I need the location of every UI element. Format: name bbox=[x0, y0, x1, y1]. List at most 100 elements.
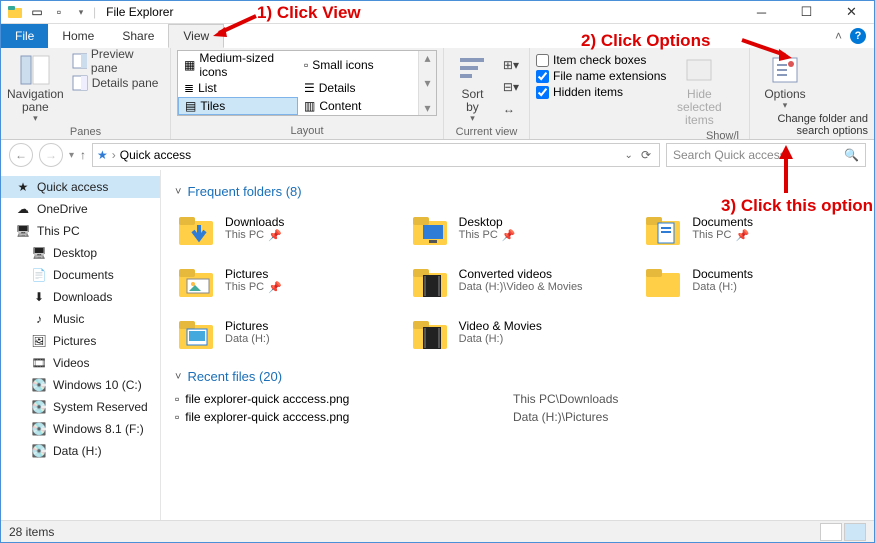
folder-tile[interactable]: DocumentsData (H:) bbox=[642, 259, 860, 301]
forward-button[interactable]: → bbox=[39, 143, 63, 167]
sidebar-item-quick-access[interactable]: ★Quick access bbox=[1, 176, 160, 198]
qat-newfolder-icon[interactable]: ▫ bbox=[49, 2, 69, 22]
navigation-tree[interactable]: ★Quick access☁OneDrive🖥This PC🖥Desktop📄D… bbox=[1, 170, 161, 523]
close-button[interactable]: ✕ bbox=[829, 1, 874, 23]
maximize-button[interactable]: ☐ bbox=[784, 1, 829, 23]
item-check-boxes-checkbox[interactable]: Item check boxes bbox=[536, 52, 666, 68]
pin-icon: 📌 bbox=[268, 229, 282, 242]
layout-scroll[interactable]: ▴▾▾ bbox=[418, 51, 436, 115]
folder-icon bbox=[175, 311, 217, 353]
change-folder-search-options[interactable]: Change folder and search options bbox=[756, 111, 868, 139]
search-input[interactable]: Search Quick access 🔍 bbox=[666, 143, 866, 167]
options-button[interactable]: Options▾ bbox=[756, 50, 814, 111]
back-button[interactable]: ← bbox=[9, 143, 33, 167]
layout-list[interactable]: ≣List bbox=[178, 79, 298, 97]
folder-icon bbox=[409, 207, 451, 249]
folder-tile[interactable]: DocumentsThis PC 📌 bbox=[642, 207, 860, 249]
layout-details[interactable]: ☰Details bbox=[298, 79, 418, 97]
recent-file-row[interactable]: ▫file explorer-quick acccess.pngThis PC\… bbox=[175, 392, 860, 406]
tab-file[interactable]: File bbox=[1, 24, 48, 48]
group-by-button[interactable]: ⊞▾ bbox=[499, 54, 523, 76]
layout-small-icons[interactable]: ▫Small icons bbox=[298, 51, 418, 79]
size-columns-button[interactable]: ↔ bbox=[499, 98, 523, 120]
pc-icon: 🖥 bbox=[15, 223, 31, 239]
address-bar: ← → ▾ ↑ ★ › Quick access ⌄ ⟳ Search Quic… bbox=[1, 140, 874, 170]
add-columns-button[interactable]: ⊟▾ bbox=[499, 76, 523, 98]
sidebar-item-system-reserved[interactable]: 💽System Reserved bbox=[1, 396, 160, 418]
sidebar-item-windows-10-c-[interactable]: 💽Windows 10 (C:) bbox=[1, 374, 160, 396]
star-icon: ★ bbox=[97, 148, 108, 162]
folder-tile[interactable]: PicturesData (H:) bbox=[175, 311, 393, 353]
folder-tile[interactable]: PicturesThis PC 📌 bbox=[175, 259, 393, 301]
up-button[interactable]: ↑ bbox=[80, 148, 86, 162]
preview-pane-button[interactable]: Preview pane bbox=[68, 50, 164, 72]
app-icon bbox=[5, 2, 25, 22]
vid-icon: 🎞 bbox=[31, 355, 47, 371]
group-label-layout: Layout bbox=[177, 123, 437, 139]
address-dropdown-icon[interactable]: ⌄ bbox=[625, 150, 633, 161]
sidebar-item-pictures[interactable]: 🖼Pictures bbox=[1, 330, 160, 352]
help-icon[interactable]: ? bbox=[850, 28, 866, 44]
sidebar-item-this-pc[interactable]: 🖥This PC bbox=[1, 220, 160, 242]
file-name-extensions-checkbox[interactable]: File name extensions bbox=[536, 68, 666, 84]
qat-dropdown-icon[interactable]: ▾ bbox=[71, 2, 91, 22]
details-view-button[interactable] bbox=[820, 523, 842, 541]
minimize-button[interactable]: ─ bbox=[739, 1, 784, 23]
folder-tile[interactable]: DownloadsThis PC 📌 bbox=[175, 207, 393, 249]
sidebar-item-downloads[interactable]: ⬇Downloads bbox=[1, 286, 160, 308]
folder-icon bbox=[409, 259, 451, 301]
large-icons-view-button[interactable] bbox=[844, 523, 866, 541]
layout-gallery[interactable]: ▦Medium-sized icons ▫Small icons ≣List ☰… bbox=[177, 50, 437, 116]
hidden-items-checkbox[interactable]: Hidden items bbox=[536, 84, 666, 100]
address-field[interactable]: ★ › Quick access ⌄ ⟳ bbox=[92, 143, 660, 167]
folder-icon bbox=[175, 259, 217, 301]
tab-share[interactable]: Share bbox=[108, 24, 168, 48]
file-icon: ▫ bbox=[175, 410, 179, 424]
tab-home[interactable]: Home bbox=[48, 24, 108, 48]
folder-tile[interactable]: Converted videosData (H:)\Video & Movies bbox=[409, 259, 627, 301]
layout-tiles[interactable]: ▤Tiles bbox=[178, 97, 298, 115]
qat-properties-icon[interactable]: ▭ bbox=[27, 2, 47, 22]
navigation-pane-button[interactable]: Navigation pane ▾ bbox=[7, 50, 64, 124]
pin-icon: 📌 bbox=[268, 281, 282, 294]
folder-tile[interactable]: DesktopThis PC 📌 bbox=[409, 207, 627, 249]
recent-files-header[interactable]: Recent files (20) bbox=[175, 369, 860, 384]
layout-medium-icons[interactable]: ▦Medium-sized icons bbox=[178, 51, 298, 79]
title-bar: ▭ ▫ ▾ | File Explorer ─ ☐ ✕ bbox=[1, 1, 874, 24]
group-label-current-view: Current view bbox=[450, 124, 523, 140]
pic-icon: 🖼 bbox=[31, 333, 47, 349]
hide-selected-items-button[interactable]: Hide selected items bbox=[670, 50, 728, 128]
doc-icon: 📄 bbox=[31, 267, 47, 283]
sidebar-item-videos[interactable]: 🎞Videos bbox=[1, 352, 160, 374]
sidebar-item-onedrive[interactable]: ☁OneDrive bbox=[1, 198, 160, 220]
ribbon-collapse-icon[interactable]: ˄ bbox=[835, 29, 842, 43]
drive-icon: 💽 bbox=[31, 399, 47, 415]
sidebar-item-desktop[interactable]: 🖥Desktop bbox=[1, 242, 160, 264]
pin-icon: 📌 bbox=[735, 229, 749, 242]
recent-locations-icon[interactable]: ▾ bbox=[69, 150, 74, 161]
sidebar-item-windows-8-1-f-[interactable]: 💽Windows 8.1 (F:) bbox=[1, 418, 160, 440]
ribbon: Navigation pane ▾ Preview pane Details p… bbox=[1, 48, 874, 140]
frequent-folders-header[interactable]: Frequent folders (8) bbox=[175, 184, 860, 199]
down-icon: ⬇ bbox=[31, 289, 47, 305]
file-icon: ▫ bbox=[175, 392, 179, 406]
group-label-panes: Panes bbox=[7, 124, 164, 140]
sidebar-item-documents[interactable]: 📄Documents bbox=[1, 264, 160, 286]
sort-by-button[interactable]: Sort by▾ bbox=[450, 50, 495, 124]
refresh-icon[interactable]: ⟳ bbox=[637, 148, 655, 162]
pin-icon: 📌 bbox=[502, 229, 516, 242]
status-item-count: 28 items bbox=[9, 525, 54, 539]
layout-content[interactable]: ▥Content bbox=[298, 97, 418, 115]
folder-icon bbox=[175, 207, 217, 249]
tab-view[interactable]: View bbox=[168, 24, 224, 48]
sidebar-item-data-h-[interactable]: 💽Data (H:) bbox=[1, 440, 160, 462]
cloud-icon: ☁ bbox=[15, 201, 31, 217]
sidebar-item-music[interactable]: ♪Music bbox=[1, 308, 160, 330]
content-pane: Frequent folders (8) DownloadsThis PC 📌 D… bbox=[161, 170, 874, 523]
breadcrumb[interactable]: Quick access bbox=[120, 148, 191, 162]
folder-tile[interactable]: Video & MoviesData (H:) bbox=[409, 311, 627, 353]
window-title: File Explorer bbox=[106, 5, 173, 19]
details-pane-button[interactable]: Details pane bbox=[68, 72, 164, 94]
recent-file-row[interactable]: ▫file explorer-quick acccess.pngData (H:… bbox=[175, 410, 860, 424]
folder-icon bbox=[642, 207, 684, 249]
